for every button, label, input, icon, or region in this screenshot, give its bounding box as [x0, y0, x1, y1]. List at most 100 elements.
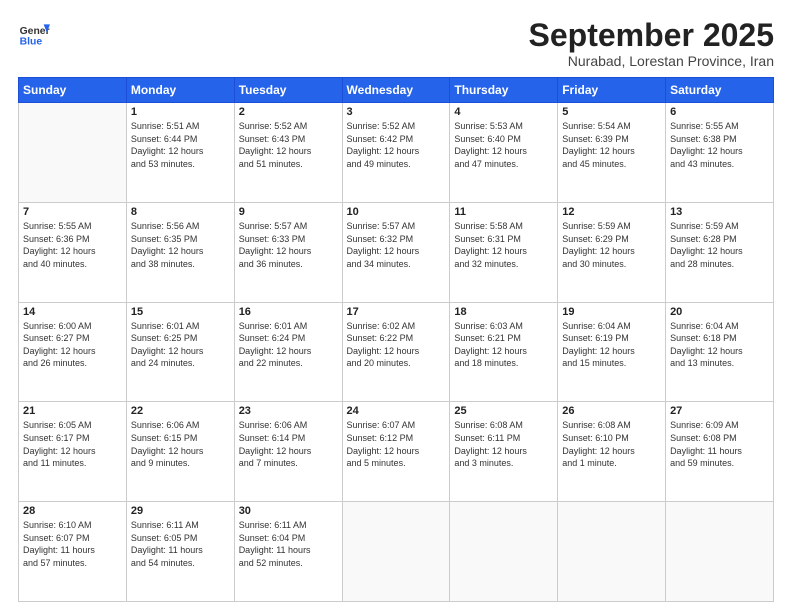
day-number: 8 — [131, 206, 230, 218]
day-number: 22 — [131, 405, 230, 417]
calendar-day-cell: 6Sunrise: 5:55 AM Sunset: 6:38 PM Daylig… — [666, 103, 774, 203]
day-number: 7 — [23, 206, 122, 218]
day-info: Sunrise: 6:08 AM Sunset: 6:10 PM Dayligh… — [562, 419, 661, 469]
day-info: Sunrise: 6:04 AM Sunset: 6:18 PM Dayligh… — [670, 320, 769, 370]
calendar-day-cell: 7Sunrise: 5:55 AM Sunset: 6:36 PM Daylig… — [19, 202, 127, 302]
weekday-row: SundayMondayTuesdayWednesdayThursdayFrid… — [19, 78, 774, 103]
calendar-day-cell: 1 Sunrise: 5:51 AM Sunset: 6:44 PM Daylig… — [126, 103, 234, 203]
calendar-week-row: 14 Sunrise: 6:00 AM Sunset: 6:27 PM Dayli… — [19, 302, 774, 402]
day-number: 21 — [23, 405, 122, 417]
day-info: Sunrise: 6:09 AM Sunset: 6:08 PM Dayligh… — [670, 419, 769, 469]
day-number: 24 — [347, 405, 446, 417]
day-number: 17 — [347, 306, 446, 318]
location-subtitle: Nurabad, Lorestan Province, Iran — [529, 53, 774, 69]
weekday-header: Sunday — [19, 78, 127, 103]
calendar-day-cell: 26 Sunrise: 6:08 AM Sunset: 6:10 PM Dayli… — [558, 402, 666, 502]
day-info: Sunrise: 6:11 AM Sunset: 6:05 PM Dayligh… — [131, 519, 230, 569]
day-info: Sunrise: 5:59 AM Sunset: 6:29 PM Dayligh… — [562, 220, 661, 270]
calendar-day-cell: 20 Sunrise: 6:04 AM Sunset: 6:18 PM Dayli… — [666, 302, 774, 402]
day-info: Sunrise: 6:06 AM Sunset: 6:14 PM Dayligh… — [239, 419, 338, 469]
day-number: 25 — [454, 405, 553, 417]
day-info: Sunrise: 6:05 AM Sunset: 6:17 PM Dayligh… — [23, 419, 122, 469]
day-info: Sunrise: 5:54 AM Sunset: 6:39 PM Dayligh… — [562, 120, 661, 170]
day-info: Sunrise: 6:07 AM Sunset: 6:12 PM Dayligh… — [347, 419, 446, 469]
calendar-day-cell: 25 Sunrise: 6:08 AM Sunset: 6:11 PM Dayli… — [450, 402, 558, 502]
calendar-day-cell: 18 Sunrise: 6:03 AM Sunset: 6:21 PM Dayli… — [450, 302, 558, 402]
day-info: Sunrise: 6:01 AM Sunset: 6:25 PM Dayligh… — [131, 320, 230, 370]
calendar-day-cell: 11 Sunrise: 5:58 AM Sunset: 6:31 PM Dayli… — [450, 202, 558, 302]
day-number: 15 — [131, 306, 230, 318]
day-info: Sunrise: 6:00 AM Sunset: 6:27 PM Dayligh… — [23, 320, 122, 370]
day-info: Sunrise: 5:53 AM Sunset: 6:40 PM Dayligh… — [454, 120, 553, 170]
day-number: 2 — [239, 106, 338, 118]
day-info: Sunrise: 6:02 AM Sunset: 6:22 PM Dayligh… — [347, 320, 446, 370]
svg-text:Blue: Blue — [20, 36, 43, 47]
calendar-day-cell: 15 Sunrise: 6:01 AM Sunset: 6:25 PM Dayli… — [126, 302, 234, 402]
calendar-day-cell: 30Sunrise: 6:11 AM Sunset: 6:04 PM Dayli… — [234, 502, 342, 602]
day-number: 12 — [562, 206, 661, 218]
calendar-week-row: 28 Sunrise: 6:10 AM Sunset: 6:07 PM Dayli… — [19, 502, 774, 602]
logo-icon: General Blue — [18, 18, 50, 50]
calendar-header: SundayMondayTuesdayWednesdayThursdayFrid… — [19, 78, 774, 103]
calendar-day-cell: 17 Sunrise: 6:02 AM Sunset: 6:22 PM Dayli… — [342, 302, 450, 402]
calendar-day-cell: 4 Sunrise: 5:53 AM Sunset: 6:40 PM Daylig… — [450, 103, 558, 203]
day-number: 13 — [670, 206, 769, 218]
calendar-day-cell: 9Sunrise: 5:57 AM Sunset: 6:33 PM Daylig… — [234, 202, 342, 302]
calendar-day-cell: 29 Sunrise: 6:11 AM Sunset: 6:05 PM Dayli… — [126, 502, 234, 602]
weekday-header: Tuesday — [234, 78, 342, 103]
day-number: 16 — [239, 306, 338, 318]
day-number: 20 — [670, 306, 769, 318]
day-number: 27 — [670, 405, 769, 417]
day-info: Sunrise: 5:51 AM Sunset: 6:44 PM Dayligh… — [131, 120, 230, 170]
weekday-header: Saturday — [666, 78, 774, 103]
day-number: 1 — [131, 106, 230, 118]
day-number: 26 — [562, 405, 661, 417]
calendar-week-row: 1 Sunrise: 5:51 AM Sunset: 6:44 PM Daylig… — [19, 103, 774, 203]
day-number: 6 — [670, 106, 769, 118]
calendar-table: SundayMondayTuesdayWednesdayThursdayFrid… — [18, 77, 774, 602]
day-info: Sunrise: 6:03 AM Sunset: 6:21 PM Dayligh… — [454, 320, 553, 370]
weekday-header: Friday — [558, 78, 666, 103]
day-info: Sunrise: 5:52 AM Sunset: 6:43 PM Dayligh… — [239, 120, 338, 170]
day-info: Sunrise: 5:59 AM Sunset: 6:28 PM Dayligh… — [670, 220, 769, 270]
day-number: 29 — [131, 505, 230, 517]
calendar-day-cell: 21 Sunrise: 6:05 AM Sunset: 6:17 PM Dayli… — [19, 402, 127, 502]
calendar-day-cell: 28 Sunrise: 6:10 AM Sunset: 6:07 PM Dayli… — [19, 502, 127, 602]
calendar-day-cell: 8 Sunrise: 5:56 AM Sunset: 6:35 PM Daylig… — [126, 202, 234, 302]
calendar-day-cell: 13 Sunrise: 5:59 AM Sunset: 6:28 PM Dayli… — [666, 202, 774, 302]
calendar-day-cell: 22Sunrise: 6:06 AM Sunset: 6:15 PM Dayli… — [126, 402, 234, 502]
calendar-week-row: 21 Sunrise: 6:05 AM Sunset: 6:17 PM Dayli… — [19, 402, 774, 502]
calendar-day-cell: 10 Sunrise: 5:57 AM Sunset: 6:32 PM Dayli… — [342, 202, 450, 302]
calendar-day-cell: 24 Sunrise: 6:07 AM Sunset: 6:12 PM Dayli… — [342, 402, 450, 502]
day-info: Sunrise: 5:56 AM Sunset: 6:35 PM Dayligh… — [131, 220, 230, 270]
day-number: 11 — [454, 206, 553, 218]
day-info: Sunrise: 5:57 AM Sunset: 6:33 PM Dayligh… — [239, 220, 338, 270]
day-number: 18 — [454, 306, 553, 318]
day-info: Sunrise: 6:11 AM Sunset: 6:04 PM Dayligh… — [239, 519, 338, 569]
logo: General Blue — [18, 18, 50, 50]
calendar-day-cell — [450, 502, 558, 602]
calendar-body: 1 Sunrise: 5:51 AM Sunset: 6:44 PM Daylig… — [19, 103, 774, 602]
weekday-header: Wednesday — [342, 78, 450, 103]
page-header: General Blue September 2025 Nurabad, Lor… — [18, 18, 774, 69]
day-info: Sunrise: 6:01 AM Sunset: 6:24 PM Dayligh… — [239, 320, 338, 370]
calendar-day-cell — [19, 103, 127, 203]
calendar-week-row: 7Sunrise: 5:55 AM Sunset: 6:36 PM Daylig… — [19, 202, 774, 302]
day-number: 5 — [562, 106, 661, 118]
day-number: 19 — [562, 306, 661, 318]
day-number: 28 — [23, 505, 122, 517]
day-number: 10 — [347, 206, 446, 218]
title-area: September 2025 Nurabad, Lorestan Provinc… — [529, 18, 774, 69]
day-info: Sunrise: 5:57 AM Sunset: 6:32 PM Dayligh… — [347, 220, 446, 270]
calendar-day-cell: 2 Sunrise: 5:52 AM Sunset: 6:43 PM Daylig… — [234, 103, 342, 203]
day-number: 14 — [23, 306, 122, 318]
calendar-day-cell: 23Sunrise: 6:06 AM Sunset: 6:14 PM Dayli… — [234, 402, 342, 502]
day-info: Sunrise: 5:58 AM Sunset: 6:31 PM Dayligh… — [454, 220, 553, 270]
calendar-day-cell: 16 Sunrise: 6:01 AM Sunset: 6:24 PM Dayli… — [234, 302, 342, 402]
day-info: Sunrise: 6:08 AM Sunset: 6:11 PM Dayligh… — [454, 419, 553, 469]
calendar-day-cell: 27 Sunrise: 6:09 AM Sunset: 6:08 PM Dayli… — [666, 402, 774, 502]
day-info: Sunrise: 6:10 AM Sunset: 6:07 PM Dayligh… — [23, 519, 122, 569]
day-info: Sunrise: 6:04 AM Sunset: 6:19 PM Dayligh… — [562, 320, 661, 370]
day-info: Sunrise: 5:52 AM Sunset: 6:42 PM Dayligh… — [347, 120, 446, 170]
day-number: 4 — [454, 106, 553, 118]
